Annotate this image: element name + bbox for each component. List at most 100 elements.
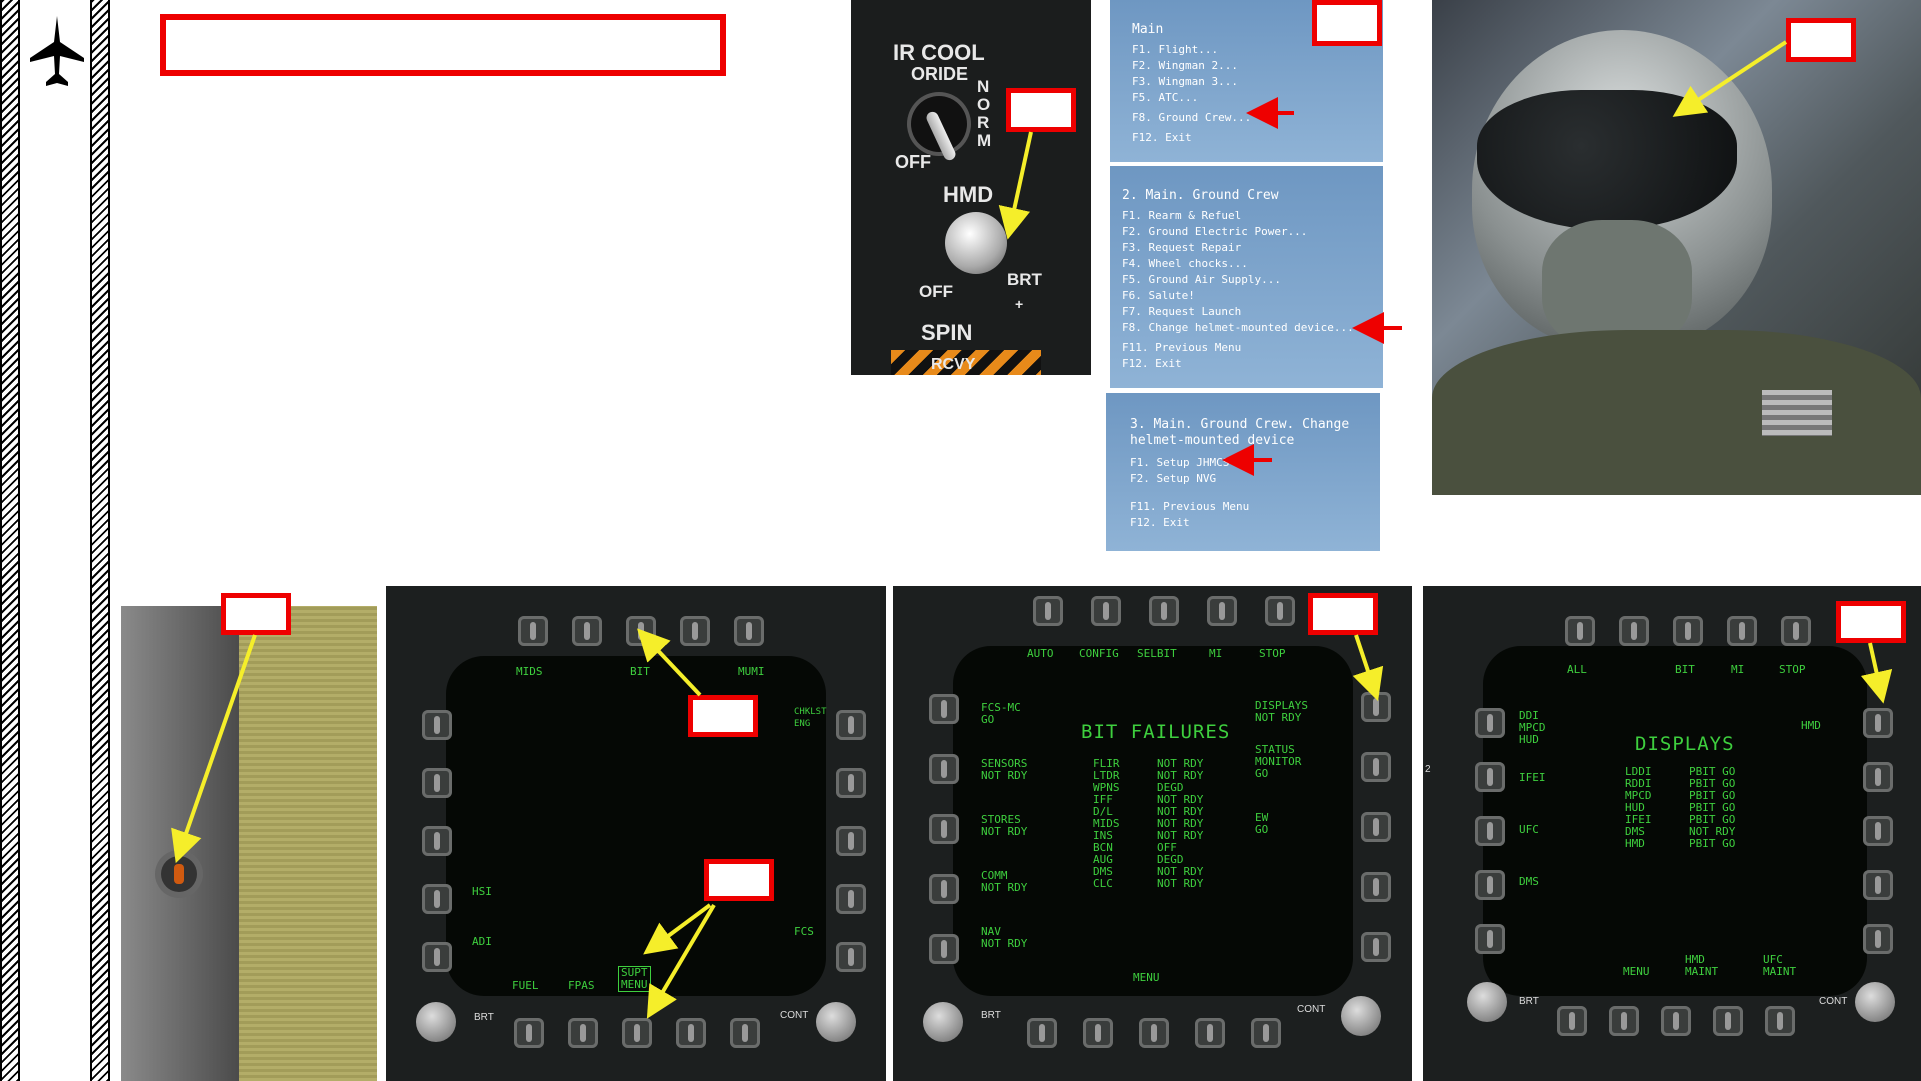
osb-left-2[interactable] — [929, 754, 959, 784]
label-hmd-maint: HMD MAINT — [1685, 953, 1719, 978]
menu-item[interactable]: F6. Salute! — [1122, 288, 1383, 304]
osb-bottom-2[interactable] — [1609, 1006, 1639, 1036]
menu-item[interactable]: F8. Change helmet-mounted device... — [1122, 320, 1383, 336]
osb-left-2[interactable] — [422, 768, 452, 798]
osb-right-1-displays[interactable] — [1361, 692, 1391, 722]
osb-bottom-1[interactable] — [1027, 1018, 1057, 1048]
osb-top-2[interactable] — [1091, 596, 1121, 626]
label-config: CONFIG — [1079, 647, 1119, 660]
osb-top-5[interactable] — [734, 616, 764, 646]
osb-bottom-5[interactable] — [1251, 1018, 1281, 1048]
brt-knob[interactable] — [923, 1002, 963, 1042]
osb-bottom-1[interactable] — [514, 1018, 544, 1048]
osb-bottom-3[interactable] — [1139, 1018, 1169, 1048]
osb-top-4[interactable] — [1207, 596, 1237, 626]
osb-left-4[interactable] — [929, 874, 959, 904]
menu-item[interactable]: F1. Rearm & Refuel — [1122, 208, 1383, 224]
menu-item[interactable]: F4. Wheel chocks... — [1122, 256, 1383, 272]
osb-top-1[interactable] — [1565, 616, 1595, 646]
osb-left-4[interactable] — [422, 884, 452, 914]
osb-right-2[interactable] — [836, 768, 866, 798]
label-mi: MI — [1731, 663, 1745, 676]
brt-knob[interactable] — [416, 1002, 456, 1042]
osb-right-5[interactable] — [1863, 924, 1893, 954]
osb-top-4[interactable] — [1727, 616, 1757, 646]
menu-item[interactable]: F11. Previous Menu — [1122, 340, 1383, 356]
osb-top-5[interactable] — [1781, 616, 1811, 646]
menu-item[interactable]: F3. Wingman 3... — [1132, 74, 1383, 90]
visor — [1477, 90, 1737, 230]
menu-item[interactable]: F7. Request Launch — [1122, 304, 1383, 320]
osb-left-3[interactable] — [929, 814, 959, 844]
hmd-brightness-knob[interactable] — [945, 212, 1007, 274]
menu-item[interactable]: F5. ATC... — [1132, 90, 1383, 106]
cont-knob[interactable] — [1855, 982, 1895, 1022]
osb-top-5[interactable] — [1265, 596, 1295, 626]
label-sensors: SENSORS NOT RDY — [981, 757, 1028, 782]
menu-item[interactable]: F5. Ground Air Supply... — [1122, 272, 1383, 288]
osb-bottom-4[interactable] — [1195, 1018, 1225, 1048]
osb-top-2[interactable] — [1619, 616, 1649, 646]
osb-top-3[interactable] — [1149, 596, 1179, 626]
osb-left-1[interactable] — [422, 710, 452, 740]
osb-bottom-3[interactable] — [622, 1018, 652, 1048]
osb-bottom-3[interactable] — [1661, 1006, 1691, 1036]
menu-item[interactable]: F2. Setup NVG — [1130, 471, 1380, 487]
osb-bottom-2[interactable] — [568, 1018, 598, 1048]
brt-knob[interactable] — [1467, 982, 1507, 1022]
osb-right-4[interactable] — [1361, 872, 1391, 902]
osb-bottom-5[interactable] — [1765, 1006, 1795, 1036]
osb-bottom-2[interactable] — [1083, 1018, 1113, 1048]
osb-top-1[interactable] — [1033, 596, 1063, 626]
osb-right-2[interactable] — [1361, 752, 1391, 782]
osb-right-1-hmd[interactable] — [1863, 708, 1893, 738]
label-ddi-mpcd-hud: DDI MPCD HUD — [1519, 709, 1546, 746]
menu-item[interactable]: F11. Previous Menu — [1130, 499, 1380, 515]
osb-left-2[interactable] — [1475, 762, 1505, 792]
osb-left-1[interactable] — [929, 694, 959, 724]
menu-item[interactable]: F1. Setup JHMCS — [1130, 455, 1380, 471]
label-bit: BIT — [630, 665, 650, 678]
osb-right-2[interactable] — [1863, 762, 1893, 792]
menu-item[interactable]: F12. Exit — [1130, 515, 1380, 531]
menu-item[interactable]: F12. Exit — [1132, 130, 1383, 146]
cont-knob[interactable] — [1341, 996, 1381, 1036]
osb-bottom-4[interactable] — [676, 1018, 706, 1048]
osb-left-4[interactable] — [1475, 870, 1505, 900]
osb-left-5[interactable] — [422, 942, 452, 972]
osb-bottom-1[interactable] — [1557, 1006, 1587, 1036]
osb-right-3[interactable] — [1863, 816, 1893, 846]
menu-item[interactable]: F12. Exit — [1122, 356, 1383, 372]
ddi-screen — [446, 656, 826, 996]
cont-knob[interactable] — [816, 1002, 856, 1042]
osb-left-1[interactable] — [1475, 708, 1505, 738]
osb-right-3[interactable] — [1361, 812, 1391, 842]
switch-tip[interactable] — [174, 864, 184, 884]
osb-left-3[interactable] — [1475, 816, 1505, 846]
osb-bottom-4[interactable] — [1713, 1006, 1743, 1036]
osb-right-4[interactable] — [836, 884, 866, 914]
plus-label: + — [1015, 296, 1024, 312]
brt-label: BRT — [474, 1012, 494, 1023]
osb-right-5[interactable] — [1361, 932, 1391, 962]
osb-bottom-5[interactable] — [730, 1018, 760, 1048]
menu-item[interactable]: F2. Wingman 2... — [1132, 58, 1383, 74]
osb-left-3[interactable] — [422, 826, 452, 856]
osb-top-1[interactable] — [518, 616, 548, 646]
menu-item[interactable]: F3. Request Repair — [1122, 240, 1383, 256]
osb-right-4[interactable] — [1863, 870, 1893, 900]
osb-right-5[interactable] — [836, 942, 866, 972]
osb-left-5[interactable] — [929, 934, 959, 964]
label-ew: EW GO — [1255, 811, 1269, 836]
menu-item[interactable]: F2. Ground Electric Power... — [1122, 224, 1383, 240]
label-supt-menu[interactable]: SUPT MENU — [618, 966, 651, 992]
comm-menu-hmd-device: 3. Main. Ground Crew. Change helmet-moun… — [1106, 393, 1380, 551]
osb-top-3[interactable] — [1673, 616, 1703, 646]
osb-left-5[interactable] — [1475, 924, 1505, 954]
osb-top-3[interactable] — [626, 616, 656, 646]
osb-right-1[interactable] — [836, 710, 866, 740]
osb-right-3[interactable] — [836, 826, 866, 856]
menu-item[interactable]: F8. Ground Crew... — [1132, 110, 1383, 126]
osb-top-2[interactable] — [572, 616, 602, 646]
osb-top-4[interactable] — [680, 616, 710, 646]
